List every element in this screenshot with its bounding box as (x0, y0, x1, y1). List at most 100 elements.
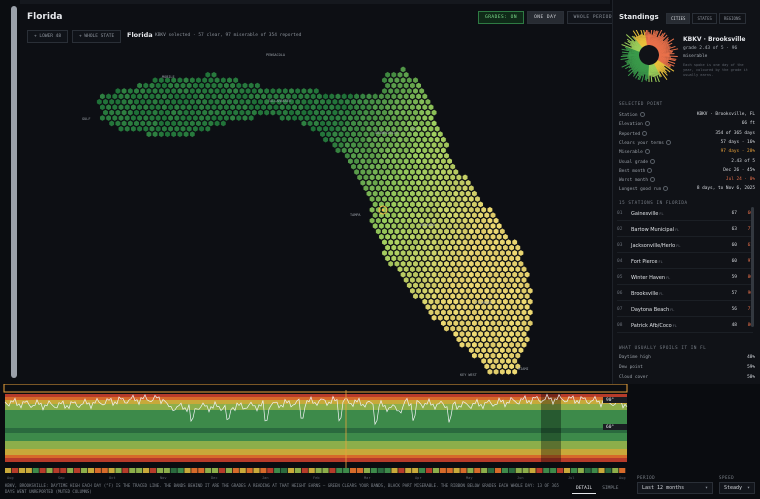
info-icon[interactable] (647, 167, 653, 173)
hex-cell (474, 195, 481, 203)
info-icon[interactable] (650, 158, 656, 164)
hex-cell (375, 109, 382, 116)
hex-cell (452, 233, 459, 241)
info-icon[interactable] (639, 112, 645, 117)
hex-cell (437, 260, 444, 268)
selected-point-header: SELECTED POINT (619, 101, 663, 106)
hex-cell (437, 314, 444, 322)
hex-cell (468, 206, 475, 214)
hex-cell (403, 201, 410, 208)
station-row[interactable]: 08Patrick Afb/CocoFL4886 (617, 319, 753, 333)
spoil-row: Daytime high 48% (619, 355, 755, 364)
hex-cell (480, 314, 487, 322)
hex-cell (232, 87, 239, 95)
hex-cell (310, 125, 317, 133)
hex-cell (207, 120, 214, 127)
hex-cell (434, 255, 441, 262)
hex-cell (455, 336, 462, 343)
detail-value: Jul 24 · 0% (725, 177, 755, 183)
map-panel[interactable]: MOBILE PENSACOLA GULF TALLAHASSEE ORLANDO TAM… (20, 4, 610, 384)
grades-on-pill[interactable]: GRADES: ON (478, 11, 525, 24)
speed-select[interactable]: Steady (719, 482, 755, 494)
hex-cell (421, 114, 428, 122)
hex-cell (486, 206, 493, 214)
hex-cell (412, 120, 419, 127)
hex-cell (409, 255, 416, 262)
hex-cell (390, 244, 397, 251)
hex-cell (384, 233, 391, 241)
hex-cell (313, 98, 320, 106)
hex-cell (400, 152, 407, 160)
hex-cell (142, 93, 149, 100)
station-row[interactable]: 06BrooksvilleFL5796 (617, 287, 753, 301)
hex-cell (400, 163, 407, 170)
hex-cell (490, 287, 496, 295)
hex-cell (477, 244, 484, 251)
hex-cell (133, 87, 140, 95)
day-grade-cell (529, 468, 536, 473)
hex-cell (359, 114, 366, 122)
whole-state-button[interactable]: + WHOLE STATE (72, 30, 122, 43)
station-row[interactable]: 05Winter HavenFL5986 (617, 271, 753, 285)
hex-cell (477, 341, 484, 349)
station-row[interactable]: 01GainesvilleFL6766 (617, 207, 753, 221)
hex-cell (362, 109, 369, 116)
hex-cell (443, 152, 450, 160)
station-row[interactable]: 02Bartow MunicipalFL6377 (617, 223, 753, 237)
hex-cell (428, 103, 434, 111)
hex-cell (328, 103, 335, 111)
station-list-scrollbar[interactable] (751, 207, 754, 327)
hex-cell (452, 211, 459, 219)
info-icon[interactable] (644, 149, 650, 155)
hex-cell (459, 222, 465, 230)
info-icon[interactable] (650, 177, 656, 183)
tab-cities[interactable]: CITIES (666, 13, 691, 24)
florida-hex-map[interactable]: MOBILE PENSACOLA GULF TALLAHASSEE ORLANDO TAM… (20, 4, 610, 384)
station-row[interactable]: 07Daytona BeachFL5671 (617, 303, 753, 317)
hex-cell (452, 201, 459, 208)
hex-cell (496, 265, 503, 273)
hex-cell (245, 109, 252, 116)
hex-cell (502, 265, 509, 273)
hex-cell (496, 309, 503, 316)
hex-cell (428, 125, 434, 133)
hex-cell (378, 147, 385, 154)
tab-simple[interactable]: SIMPLE (598, 484, 622, 494)
hex-cell (356, 152, 363, 160)
hex-cell (474, 292, 481, 300)
hex-cell (524, 292, 531, 300)
tab-states[interactable]: STATES (692, 13, 717, 24)
tab-regions[interactable]: REGIONS (718, 13, 746, 24)
info-icon[interactable] (663, 186, 669, 192)
hex-cell (496, 222, 503, 230)
hex-cell (397, 147, 403, 154)
hex-cell (415, 125, 422, 133)
hex-cell (505, 357, 512, 365)
hex-cell (248, 103, 255, 111)
period-select[interactable]: Last 12 months (637, 482, 713, 494)
hex-cell (335, 103, 341, 111)
info-icon[interactable] (665, 139, 671, 145)
station-row[interactable]: 04Fort PierceFL6097 (617, 255, 753, 269)
hex-cell (449, 228, 456, 235)
scrollbar-thumb[interactable] (11, 6, 17, 378)
hex-cell (158, 130, 165, 138)
one-day-pill[interactable]: ONE DAY (527, 11, 564, 24)
hex-cell (449, 195, 456, 203)
hex-cell (465, 190, 472, 197)
hex-cell (176, 120, 183, 127)
station-rank: 03 (617, 243, 623, 248)
hex-cell (471, 190, 478, 197)
hex-cell (524, 282, 531, 289)
day-grade-cell (481, 468, 488, 473)
detail-value: Dec 26 · 45% (723, 167, 755, 173)
tab-detail[interactable]: DETAIL (572, 484, 597, 494)
hex-cell (242, 82, 248, 89)
station-row[interactable]: 03Jacksonville/HerloFL6061 (617, 239, 753, 253)
info-icon[interactable] (642, 130, 648, 136)
lower-48-button[interactable]: + LOWER 48 (27, 30, 69, 43)
hex-cell (431, 141, 438, 149)
info-icon[interactable] (644, 121, 650, 127)
hex-cell (521, 319, 527, 327)
hex-cell (468, 325, 475, 332)
